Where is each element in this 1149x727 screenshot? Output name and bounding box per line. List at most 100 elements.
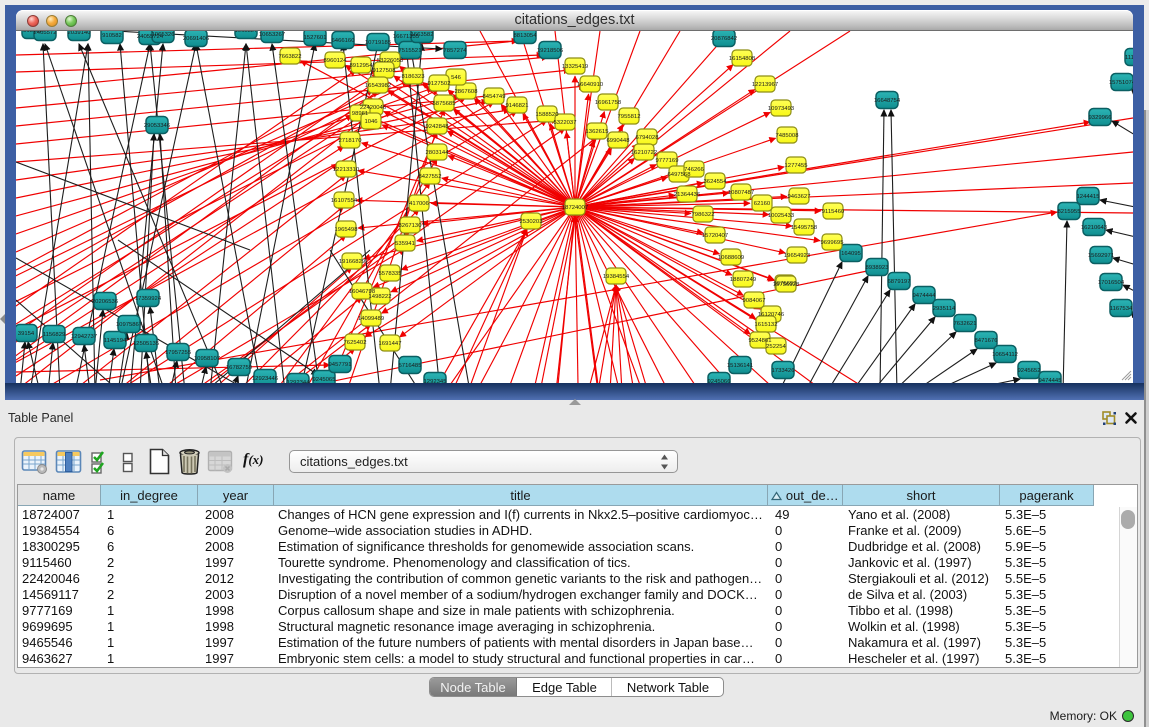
svg-text:7515521: 7515521 bbox=[399, 48, 422, 54]
svg-text:16961758: 16961758 bbox=[595, 100, 622, 106]
svg-text:746266: 746266 bbox=[684, 167, 704, 173]
svg-text:19756928: 19756928 bbox=[773, 282, 800, 288]
svg-text:98961: 98961 bbox=[352, 111, 368, 117]
svg-text:252254: 252254 bbox=[766, 344, 786, 350]
svg-text:6794028: 6794028 bbox=[636, 135, 660, 141]
svg-text:19654923: 19654923 bbox=[784, 253, 811, 259]
svg-text:10958107: 10958107 bbox=[194, 356, 220, 362]
svg-text:9242848: 9242848 bbox=[426, 124, 450, 130]
svg-text:9474444: 9474444 bbox=[913, 293, 937, 299]
svg-text:19384554: 19384554 bbox=[603, 274, 630, 280]
svg-text:1965498: 1965498 bbox=[335, 227, 359, 233]
svg-text:6879197: 6879197 bbox=[888, 279, 911, 285]
svg-text:2935114: 2935114 bbox=[933, 306, 956, 312]
svg-text:10688609: 10688609 bbox=[718, 255, 744, 261]
svg-text:9329966: 9329966 bbox=[1089, 115, 1113, 121]
svg-text:9245652: 9245652 bbox=[1018, 368, 1041, 374]
svg-text:16154808: 16154808 bbox=[729, 56, 756, 62]
svg-text:10973493: 10973493 bbox=[768, 106, 795, 112]
svg-text:7625402: 7625402 bbox=[344, 340, 367, 346]
svg-text:9777169: 9777169 bbox=[656, 158, 679, 164]
svg-text:14099489: 14099489 bbox=[358, 316, 384, 322]
svg-text:3624554: 3624554 bbox=[704, 179, 728, 185]
svg-text:9146821: 9146821 bbox=[506, 103, 529, 109]
svg-text:910582: 910582 bbox=[102, 33, 122, 39]
svg-text:2530203: 2530203 bbox=[520, 219, 544, 225]
svg-text:1156829: 1156829 bbox=[43, 332, 66, 338]
svg-text:1498222: 1498222 bbox=[369, 294, 392, 300]
svg-text:8427552: 8427552 bbox=[419, 174, 442, 180]
svg-text:8215955: 8215955 bbox=[1058, 209, 1082, 215]
svg-text:1292345: 1292345 bbox=[424, 379, 448, 383]
svg-text:1046: 1046 bbox=[364, 119, 378, 125]
svg-text:2039140: 2039140 bbox=[68, 31, 92, 36]
svg-text:13325419: 13325419 bbox=[562, 64, 588, 70]
svg-text:5578335: 5578335 bbox=[379, 271, 403, 277]
svg-text:1362615: 1362615 bbox=[586, 129, 610, 135]
svg-text:5875685: 5875685 bbox=[433, 101, 457, 107]
svg-text:2718170: 2718170 bbox=[339, 138, 363, 144]
svg-text:9474445: 9474445 bbox=[1039, 378, 1063, 383]
svg-text:39154: 39154 bbox=[18, 331, 35, 337]
svg-text:1691447: 1691447 bbox=[379, 341, 402, 347]
svg-text:16120746: 16120746 bbox=[758, 312, 785, 318]
svg-text:12213310: 12213310 bbox=[333, 167, 360, 173]
svg-text:8471676: 8471676 bbox=[975, 338, 999, 344]
svg-text:12923446: 12923446 bbox=[252, 376, 279, 382]
svg-text:16543982: 16543982 bbox=[365, 83, 391, 89]
svg-text:15751074: 15751074 bbox=[1109, 80, 1133, 86]
svg-text:16210722: 16210722 bbox=[631, 150, 657, 156]
svg-text:20206536: 20206536 bbox=[92, 299, 119, 305]
svg-text:8813054: 8813054 bbox=[514, 33, 538, 39]
svg-text:53226058: 53226058 bbox=[377, 58, 404, 64]
svg-text:2803144: 2803144 bbox=[426, 150, 450, 156]
svg-text:15692971: 15692971 bbox=[1088, 253, 1114, 259]
svg-text:12505135: 12505135 bbox=[133, 341, 160, 347]
svg-text:9115460: 9115460 bbox=[822, 209, 845, 215]
svg-text:9699695: 9699695 bbox=[821, 240, 845, 246]
svg-text:8454749: 8454749 bbox=[483, 94, 506, 100]
svg-text:1145194: 1145194 bbox=[104, 338, 127, 344]
svg-text:7485008: 7485008 bbox=[776, 133, 800, 139]
svg-text:19218506: 19218506 bbox=[537, 48, 564, 54]
svg-text:164095: 164095 bbox=[841, 251, 861, 257]
svg-text:9127508: 9127508 bbox=[373, 68, 397, 74]
svg-text:6466160: 6466160 bbox=[332, 38, 356, 44]
svg-text:15720407: 15720407 bbox=[702, 233, 728, 239]
svg-text:17957255: 17957255 bbox=[165, 350, 192, 356]
svg-text:8186323: 8186323 bbox=[402, 74, 426, 80]
svg-text:1244415: 1244415 bbox=[1077, 194, 1101, 200]
svg-text:16648754: 16648754 bbox=[874, 98, 901, 104]
svg-text:546: 546 bbox=[451, 75, 462, 81]
svg-text:1065327: 1065327 bbox=[235, 31, 258, 34]
svg-text:10654112: 10654112 bbox=[992, 352, 1018, 358]
svg-text:8938923: 8938923 bbox=[866, 265, 890, 271]
svg-text:7632621: 7632621 bbox=[954, 321, 977, 327]
svg-text:417006: 417006 bbox=[409, 201, 429, 207]
svg-text:21364436: 21364436 bbox=[674, 192, 701, 198]
svg-text:5322037: 5322037 bbox=[554, 120, 577, 126]
svg-text:3267130: 3267130 bbox=[399, 223, 423, 229]
svg-text:12942737: 12942737 bbox=[71, 334, 97, 340]
svg-text:16210643: 16210643 bbox=[1081, 225, 1108, 231]
svg-text:1117205: 1117205 bbox=[1125, 55, 1133, 61]
svg-text:1615132: 1615132 bbox=[755, 322, 778, 328]
svg-text:1527601: 1527601 bbox=[304, 35, 327, 41]
svg-text:7986322: 7986322 bbox=[692, 212, 715, 218]
svg-text:10807487: 10807487 bbox=[728, 190, 754, 196]
svg-text:1663582: 1663582 bbox=[411, 32, 434, 38]
svg-text:17359924: 17359924 bbox=[135, 296, 162, 302]
svg-text:7663822: 7663822 bbox=[279, 54, 302, 60]
svg-text:1588520: 1588520 bbox=[536, 112, 560, 118]
svg-text:9463627: 9463627 bbox=[788, 194, 811, 200]
svg-text:17016504: 17016504 bbox=[1098, 280, 1125, 286]
svg-text:18807249: 18807249 bbox=[730, 277, 756, 283]
svg-text:12213967: 12213967 bbox=[752, 82, 778, 88]
svg-text:10025433: 10025433 bbox=[768, 213, 795, 219]
svg-text:7857274: 7857274 bbox=[444, 48, 468, 54]
svg-text:9457791: 9457791 bbox=[329, 362, 352, 368]
svg-text:9127502: 9127502 bbox=[428, 81, 451, 87]
svg-text:9245066: 9245066 bbox=[708, 379, 732, 383]
svg-text:18724007: 18724007 bbox=[562, 205, 588, 211]
svg-text:2867608: 2867608 bbox=[455, 89, 479, 95]
